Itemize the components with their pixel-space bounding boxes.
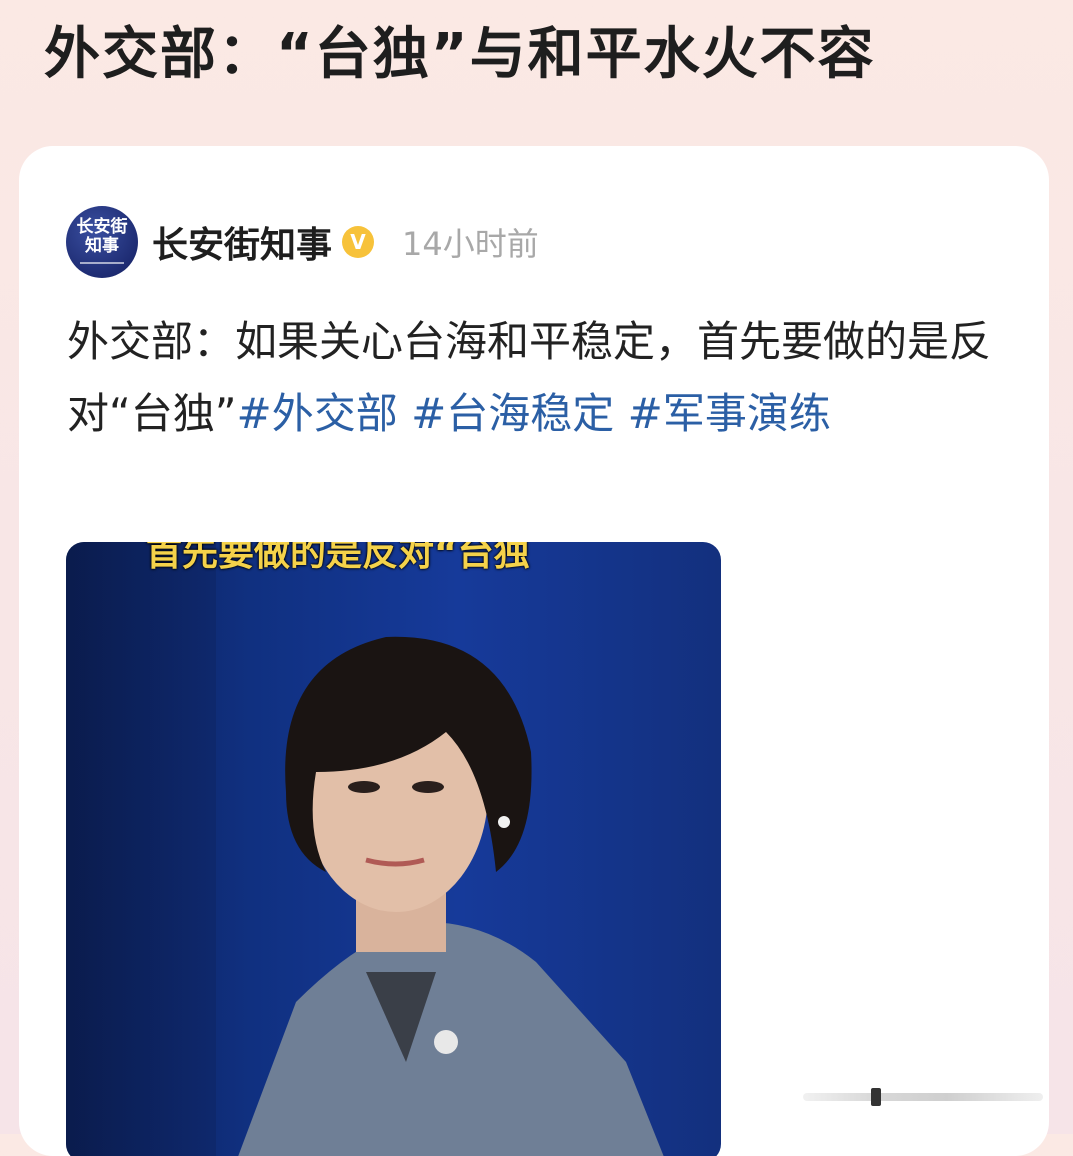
avatar-logo-text: 长安街 知事 (76, 217, 128, 256)
left-eye (348, 781, 380, 793)
hashtag-waijiaobu[interactable]: #外交部 (237, 389, 398, 438)
author-row: 长安街 知事 长安街知事 V 14小时前 (66, 206, 539, 278)
progress-knob[interactable] (871, 1088, 881, 1106)
author-avatar[interactable]: 长安街 知事 (66, 206, 138, 278)
avatar-underline (80, 262, 124, 264)
page-title: 外交部：“台独”与和平水火不容 (44, 22, 876, 87)
progress-track (803, 1093, 1043, 1101)
verified-icon: V (342, 226, 375, 258)
media-progress-bar[interactable] (803, 1088, 1043, 1106)
post-card[interactable]: 长安街 知事 长安街知事 V 14小时前 外交部：如果关心台海和平稳定，首先要做的… (19, 146, 1049, 1156)
brooch (434, 1030, 458, 1054)
author-name[interactable]: 长安街知事 (152, 216, 332, 268)
hashtag-junshi-yanlian[interactable]: #军事演练 (628, 389, 831, 438)
post-time: 14小时前 (402, 225, 539, 263)
post-image[interactable]: 首先要做的是反对“台独 (66, 542, 721, 1156)
right-eye (412, 781, 444, 793)
image-caption-overlay: 首先要做的是反对“台独 (146, 542, 530, 574)
person-photo-icon (238, 636, 664, 1156)
post-text: 外交部：如果关心台海和平稳定，首先要做的是反对“台独”#外交部 #台海稳定 #军… (67, 306, 1017, 450)
earring (498, 816, 510, 828)
hashtag-taihai-wending[interactable]: #台海稳定 (411, 389, 614, 438)
